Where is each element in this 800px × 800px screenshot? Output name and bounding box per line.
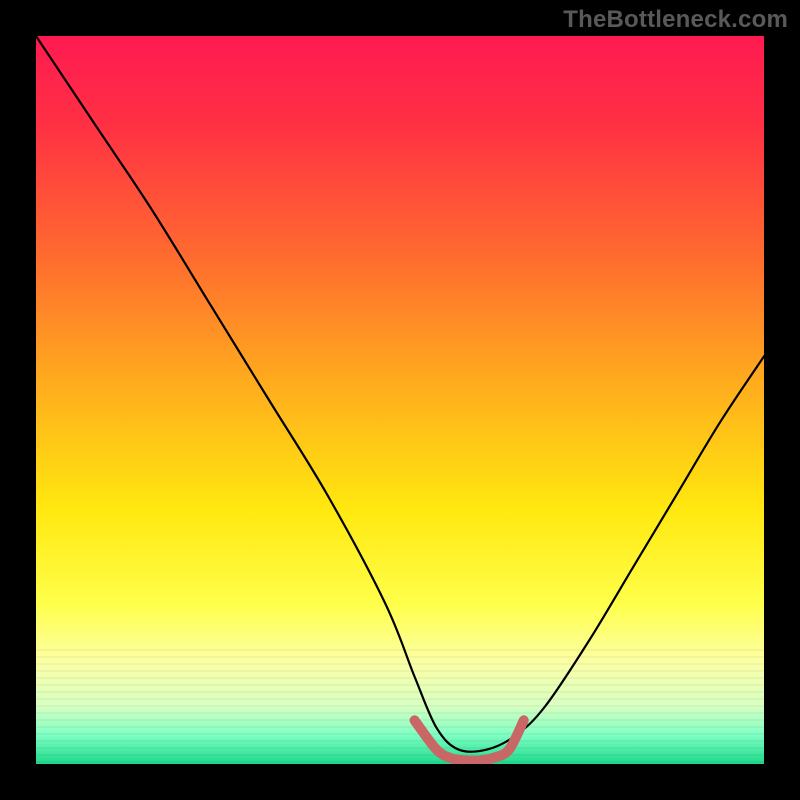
watermark-text: TheBottleneck.com	[563, 6, 788, 34]
plot-area	[36, 36, 764, 764]
chart-frame: TheBottleneck.com	[0, 0, 800, 800]
bottleneck-curve	[36, 36, 764, 752]
curve-layer	[36, 36, 764, 764]
